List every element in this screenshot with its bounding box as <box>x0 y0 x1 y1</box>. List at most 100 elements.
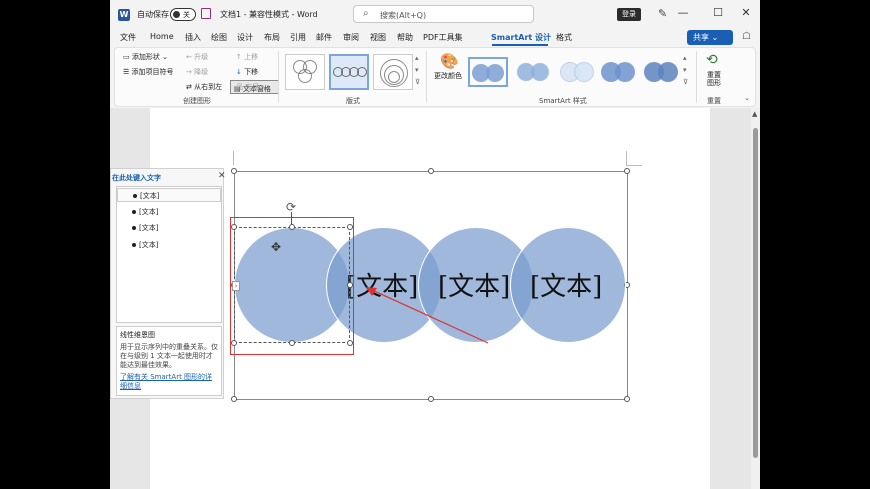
login-button[interactable]: 登录 <box>617 8 641 21</box>
rotate-handle-line <box>291 212 292 225</box>
tab-view[interactable]: 视图 <box>370 32 386 43</box>
demote-button[interactable]: → 降级 <box>186 67 208 77</box>
share-label: 共享 <box>693 33 709 42</box>
style-thumb-3[interactable] <box>556 57 596 87</box>
styles-more[interactable]: ⊽ <box>683 78 688 86</box>
learn-more-link[interactable]: 了解有关 SmartArt 图形的详细信息 <box>120 373 218 391</box>
style-thumb-1[interactable] <box>468 57 508 87</box>
close-button[interactable]: ✕ <box>739 6 753 19</box>
add-shape-button[interactable]: ▭ 添加形状 ⌄ <box>123 52 168 62</box>
resize-handle[interactable] <box>624 396 630 402</box>
document-title: 文档1 - 兼容性模式 - Word <box>220 10 318 19</box>
save-icon[interactable] <box>201 8 211 19</box>
tab-mailings[interactable]: 邮件 <box>316 32 332 43</box>
bullet-icon <box>132 210 136 214</box>
reset-group-label: 重置 <box>707 97 721 105</box>
resize-handle[interactable] <box>428 168 434 174</box>
comment-icon[interactable]: ☖ <box>742 31 751 42</box>
active-tab-indicator <box>492 44 548 46</box>
tab-design[interactable]: 设计 <box>237 32 253 43</box>
resize-handle[interactable] <box>624 168 630 174</box>
highlight-rectangle <box>230 217 354 355</box>
move-down-button[interactable]: ↓ 下移 <box>236 67 258 77</box>
palette-icon[interactable]: 🎨 <box>440 52 459 70</box>
tab-help[interactable]: 帮助 <box>397 32 413 43</box>
text-pane-title: 在此处键入文字 <box>112 174 161 182</box>
tab-pdf-tools[interactable]: PDF工具集 <box>423 32 463 43</box>
pen-icon[interactable]: ✎ <box>658 7 667 20</box>
tab-review[interactable]: 审阅 <box>343 32 359 43</box>
text-pane-item-3[interactable]: [文本] <box>117 221 221 235</box>
scroll-thumb[interactable] <box>753 128 758 458</box>
shape-handle[interactable] <box>231 224 237 230</box>
scroll-up-icon[interactable]: ▲ <box>752 110 757 118</box>
margin-marker <box>233 151 234 165</box>
tab-home[interactable]: Home <box>150 32 174 41</box>
shape-handle[interactable] <box>289 340 295 346</box>
layouts-more[interactable]: ⊽ <box>415 78 420 86</box>
create-graphic-group-label: 创建图形 <box>183 97 211 105</box>
autosave-toggle[interactable]: 关 <box>170 8 196 21</box>
add-bullet-button[interactable]: ☰ 添加项目符号 <box>123 67 174 77</box>
ribbon-separator <box>426 51 427 103</box>
text-pane-item-4[interactable]: [文本] <box>117 238 221 252</box>
minimize-button[interactable]: — <box>676 6 690 19</box>
layout-linear-venn[interactable] <box>329 54 369 90</box>
resize-handle[interactable] <box>231 396 237 402</box>
text-pane-toggle-icon[interactable]: › <box>232 281 240 291</box>
collapse-ribbon-icon[interactable]: ⌄ <box>744 94 750 102</box>
text-pane-item-1[interactable]: [文本] <box>117 188 221 202</box>
tab-format[interactable]: 格式 <box>556 32 572 43</box>
layout-stacked-venn[interactable] <box>373 54 413 90</box>
text-pane-item-2[interactable]: [文本] <box>117 205 221 219</box>
title-bar: W 自动保存 关 文档1 - 兼容性模式 - Word ⌕ 搜索(Alt+Q) … <box>110 0 760 29</box>
tab-insert[interactable]: 插入 <box>185 32 201 43</box>
layout-button[interactable]: 品 布局 ⌄ <box>236 82 267 92</box>
shape-handle[interactable] <box>231 340 237 346</box>
bullet-icon <box>132 243 136 247</box>
layouts-scroll-up[interactable]: ▴ <box>415 54 419 62</box>
bullet-icon <box>132 226 136 230</box>
change-colors-button[interactable]: 更改颜色 <box>434 71 462 81</box>
search-input[interactable]: ⌕ 搜索(Alt+Q) <box>353 5 534 23</box>
promote-button[interactable]: ← 升级 <box>186 52 208 62</box>
ribbon-separator <box>278 51 279 103</box>
layout-description-title: 线性维恩图 <box>120 331 155 339</box>
autosave-state: 关 <box>183 11 190 19</box>
reset-graphic-icon[interactable]: ⟲ <box>706 52 718 68</box>
resize-handle[interactable] <box>428 396 434 402</box>
styles-scroll-up[interactable]: ▴ <box>683 54 687 62</box>
tab-layout[interactable]: 布局 <box>264 32 280 43</box>
shape-handle[interactable] <box>347 224 353 230</box>
style-thumb-2[interactable] <box>513 57 553 87</box>
tab-smartart-design[interactable]: SmartArt 设计 <box>491 32 551 43</box>
margin-marker <box>626 165 642 166</box>
circle-text-4: [文本] <box>530 272 603 302</box>
close-icon[interactable]: ✕ <box>218 171 226 181</box>
style-thumb-4[interactable] <box>598 57 638 87</box>
autosave-label: 自动保存 <box>137 10 169 19</box>
smartart-text-pane: 在此处键入文字 ✕ [文本] [文本] [文本] [文本] 线性维恩图 用于显示… <box>110 168 226 399</box>
word-app-icon: W <box>118 9 130 21</box>
layout-description-body: 用于显示序列中的重叠关系。仅在与级别 1 文本一起使用时才能达到最佳效果。 <box>120 343 218 369</box>
style-thumb-5[interactable] <box>641 57 681 87</box>
styles-scroll-down[interactable]: ▾ <box>683 66 687 74</box>
right-to-left-button[interactable]: ⇄ 从右到左 <box>186 82 222 92</box>
shape-handle[interactable] <box>289 224 295 230</box>
smartart-styles-group-label: SmartArt 样式 <box>539 97 587 105</box>
reset-graphic-button[interactable]: 重置 图形 <box>707 71 721 87</box>
resize-handle[interactable] <box>231 168 237 174</box>
layouts-scroll-down[interactable]: ▾ <box>415 66 419 74</box>
layout-description: 线性维恩图 用于显示序列中的重叠关系。仅在与级别 1 文本一起使用时才能达到最佳… <box>116 326 222 396</box>
tab-references[interactable]: 引用 <box>290 32 306 43</box>
restore-button[interactable]: ☐ <box>711 6 725 19</box>
tab-file[interactable]: 文件 <box>120 32 136 43</box>
move-up-button[interactable]: ↑ 上移 <box>236 52 258 62</box>
word-window: W 自动保存 关 文档1 - 兼容性模式 - Word ⌕ 搜索(Alt+Q) … <box>110 0 760 489</box>
share-button[interactable]: 共享 ⌄ <box>687 30 733 45</box>
tab-draw[interactable]: 绘图 <box>211 32 227 43</box>
move-cursor-icon: ✥ <box>271 240 282 254</box>
annotation-arrow-icon <box>366 287 489 344</box>
bullet-icon <box>133 194 137 198</box>
layout-venn-basic[interactable] <box>285 54 325 90</box>
